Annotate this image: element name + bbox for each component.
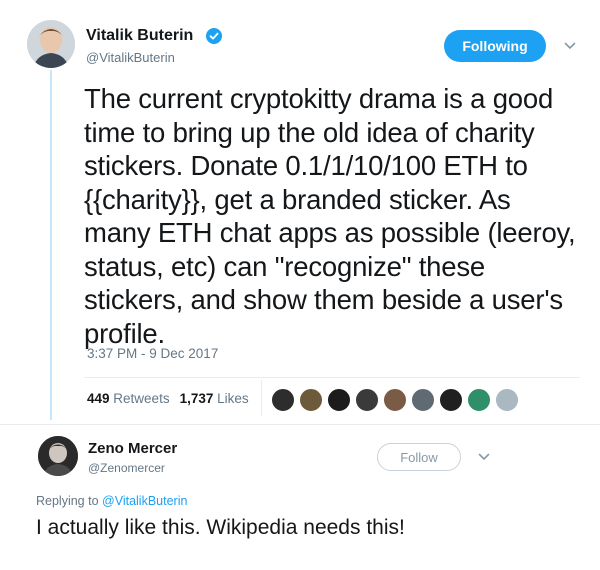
stats-separator bbox=[261, 380, 262, 416]
liker-avatar[interactable] bbox=[438, 387, 464, 413]
replying-to-mention[interactable]: @VitalikButerin bbox=[102, 494, 187, 508]
avatar[interactable] bbox=[38, 436, 78, 476]
author-name[interactable]: Vitalik Buterin bbox=[86, 27, 193, 45]
liker-avatar[interactable] bbox=[354, 387, 380, 413]
divider bbox=[0, 424, 600, 425]
divider bbox=[84, 377, 580, 378]
chevron-down-icon[interactable] bbox=[562, 38, 578, 54]
liker-avatar[interactable] bbox=[270, 387, 296, 413]
following-button[interactable]: Following bbox=[444, 30, 546, 62]
verified-badge-icon bbox=[206, 28, 222, 44]
liker-avatar[interactable] bbox=[326, 387, 352, 413]
avatar[interactable] bbox=[27, 20, 75, 68]
follow-button[interactable]: Follow bbox=[377, 443, 461, 471]
chevron-down-icon[interactable] bbox=[476, 449, 492, 465]
like-label: Likes bbox=[217, 391, 249, 406]
retweet-label: Retweets bbox=[113, 391, 170, 406]
reply-author-name[interactable]: Zeno Mercer bbox=[88, 440, 177, 457]
liker-avatar[interactable] bbox=[494, 387, 520, 413]
tweet-text: The current cryptokitty drama is a good … bbox=[84, 83, 576, 349]
tweet-timestamp[interactable]: 3:37 PM - 9 Dec 2017 bbox=[87, 346, 218, 361]
liker-avatar[interactable] bbox=[298, 387, 324, 413]
liker-avatar[interactable] bbox=[466, 387, 492, 413]
retweet-stat[interactable]: 449 Retweets bbox=[87, 391, 170, 406]
like-count: 1,737 bbox=[179, 391, 214, 406]
replying-to-label: Replying to @VitalikButerin bbox=[36, 494, 187, 508]
like-stat[interactable]: 1,737 Likes bbox=[180, 391, 249, 406]
liker-avatar[interactable] bbox=[410, 387, 436, 413]
tweet-stats: 449 Retweets 1,737 Likes bbox=[87, 391, 249, 406]
replying-to-prefix: Replying to bbox=[36, 494, 99, 508]
retweet-count: 449 bbox=[87, 391, 110, 406]
reply-text: I actually like this. Wikipedia needs th… bbox=[36, 516, 405, 539]
reply-author-handle[interactable]: @Zenomercer bbox=[88, 461, 165, 475]
liker-avatar[interactable] bbox=[382, 387, 408, 413]
thread-connector-line bbox=[50, 70, 52, 420]
author-handle[interactable]: @VitalikButerin bbox=[86, 50, 175, 65]
